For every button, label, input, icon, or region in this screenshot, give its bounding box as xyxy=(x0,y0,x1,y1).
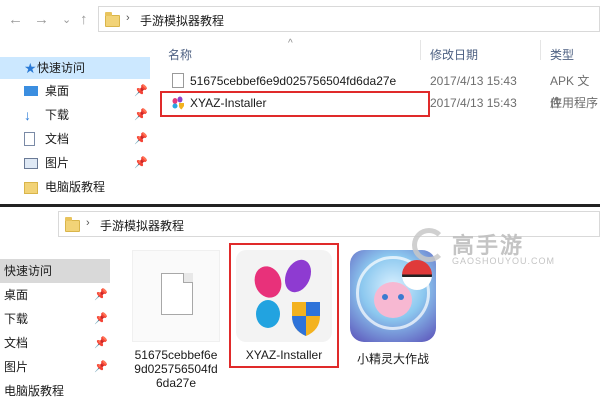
pin-icon[interactable]: 📌 xyxy=(134,104,148,126)
pin-icon[interactable]: 📌 xyxy=(94,331,108,355)
desktop-icon xyxy=(24,86,38,96)
back-arrow-icon[interactable]: ← xyxy=(8,10,23,30)
column-divider xyxy=(420,40,421,60)
sidebar-item-downloads[interactable]: 下载 📌 xyxy=(0,307,110,331)
sidebar-item-pc-tutorial[interactable]: 电脑版教程 xyxy=(0,176,150,198)
file-icon xyxy=(172,73,184,88)
sort-chevron-icon: ^ xyxy=(288,38,293,49)
folder-icon xyxy=(65,217,80,232)
sidebar-item-documents[interactable]: 文档 📌 xyxy=(0,128,150,150)
highlight-box xyxy=(229,243,339,368)
tile-label-line: 51675cebbef6e xyxy=(134,348,218,362)
tile-label: 51675cebbef6e 9d025756504fd 6da27e xyxy=(128,348,224,390)
page-fold-icon xyxy=(183,273,193,283)
document-icon xyxy=(24,132,35,146)
highlight-box xyxy=(160,91,430,117)
character-eye xyxy=(398,294,404,300)
sidebar-item-desktop[interactable]: 桌面 📌 xyxy=(0,80,150,102)
sidebar-item-label: 桌面 xyxy=(4,288,29,302)
breadcrumb-item[interactable]: 手游模拟器教程 xyxy=(100,217,184,234)
file-name: 51675cebbef6e9d025756504fd6da27e xyxy=(190,74,397,88)
watermark-domain: GAOSHOUYOU.COM xyxy=(452,256,556,266)
pin-icon[interactable]: 📌 xyxy=(134,128,148,150)
breadcrumb-item[interactable]: 手游模拟器教程 xyxy=(140,12,224,29)
sidebar-item-pictures[interactable]: 图片 📌 xyxy=(0,152,150,174)
sidebar-item-documents[interactable]: 文档 📌 xyxy=(0,331,110,355)
pin-icon[interactable]: 📌 xyxy=(134,152,148,174)
game-app-icon xyxy=(350,250,436,342)
file-type: 应用程序 xyxy=(550,96,599,110)
download-icon: ↓ xyxy=(24,107,31,123)
breadcrumb-separator-icon: › xyxy=(86,217,90,229)
sidebar-item-label: 电脑版教程 xyxy=(4,384,65,398)
column-header-modified[interactable]: 修改日期 xyxy=(430,46,478,63)
file-date: 2017/4/13 15:43 xyxy=(430,74,517,88)
character-eye xyxy=(382,294,388,300)
tile-label: 小精灵大作战 xyxy=(356,352,429,366)
sidebar-item-pictures[interactable]: 图片 📌 xyxy=(0,355,110,379)
sidebar-item-label: 图片 xyxy=(45,156,70,170)
pin-icon[interactable]: 📌 xyxy=(94,283,108,307)
recent-chevron-icon[interactable]: ⌄ xyxy=(62,10,71,30)
folder-icon xyxy=(105,12,120,27)
file-row[interactable]: 51675cebbef6e9d025756504fd6da27e 2017/4/… xyxy=(168,70,600,110)
tile-label-line: 6da27e xyxy=(155,376,197,390)
sidebar-item-label: 电脑版教程 xyxy=(45,180,106,194)
column-header-name[interactable]: 名称 xyxy=(168,46,192,63)
screenshot-divider xyxy=(0,204,600,207)
watermark-logo-icon xyxy=(412,228,446,262)
sidebar-item-label: 文档 xyxy=(45,132,70,146)
star-icon: ★ xyxy=(24,60,37,76)
breadcrumb-separator-icon: › xyxy=(126,12,130,24)
sidebar-item-label: 下载 xyxy=(45,108,70,122)
pin-icon[interactable]: 📌 xyxy=(94,355,108,379)
sidebar-item-label: 图片 xyxy=(4,360,29,374)
tile-label-line: 9d025756504fd xyxy=(134,362,218,376)
pin-icon[interactable]: 📌 xyxy=(134,80,148,102)
sidebar-item-downloads[interactable]: ↓ 下载 📌 xyxy=(0,104,150,126)
sidebar-item-pc-tutorial[interactable]: 电脑版教程 xyxy=(0,379,110,403)
folder-icon xyxy=(24,182,38,194)
picture-icon xyxy=(24,158,38,169)
ball-icon xyxy=(402,260,432,290)
address-bar[interactable]: › 手游模拟器教程 xyxy=(98,6,600,32)
sidebar-item-label: 文档 xyxy=(4,336,29,350)
sidebar-item-label: 快速访问 xyxy=(37,61,86,75)
forward-arrow-icon[interactable]: → xyxy=(34,10,49,30)
sidebar-item-desktop[interactable]: 桌面 📌 xyxy=(0,283,110,307)
sidebar-item-quick-access[interactable]: 快速访问 xyxy=(0,259,110,283)
file-date: 2017/4/13 15:43 xyxy=(430,96,517,110)
sidebar-item-label: 桌面 xyxy=(45,84,70,98)
file-thumbnail xyxy=(132,250,220,342)
column-divider xyxy=(540,40,541,60)
sidebar-item-label: 快速访问 xyxy=(4,264,53,278)
up-arrow-icon[interactable]: ↑ xyxy=(80,10,88,30)
character-body xyxy=(374,282,412,318)
pin-icon[interactable]: 📌 xyxy=(94,307,108,331)
sidebar-item-label: 下载 xyxy=(4,312,29,326)
column-header-type[interactable]: 类型 xyxy=(550,46,574,63)
sidebar-item-quick-access[interactable]: ★ 快速访问 xyxy=(0,57,150,79)
